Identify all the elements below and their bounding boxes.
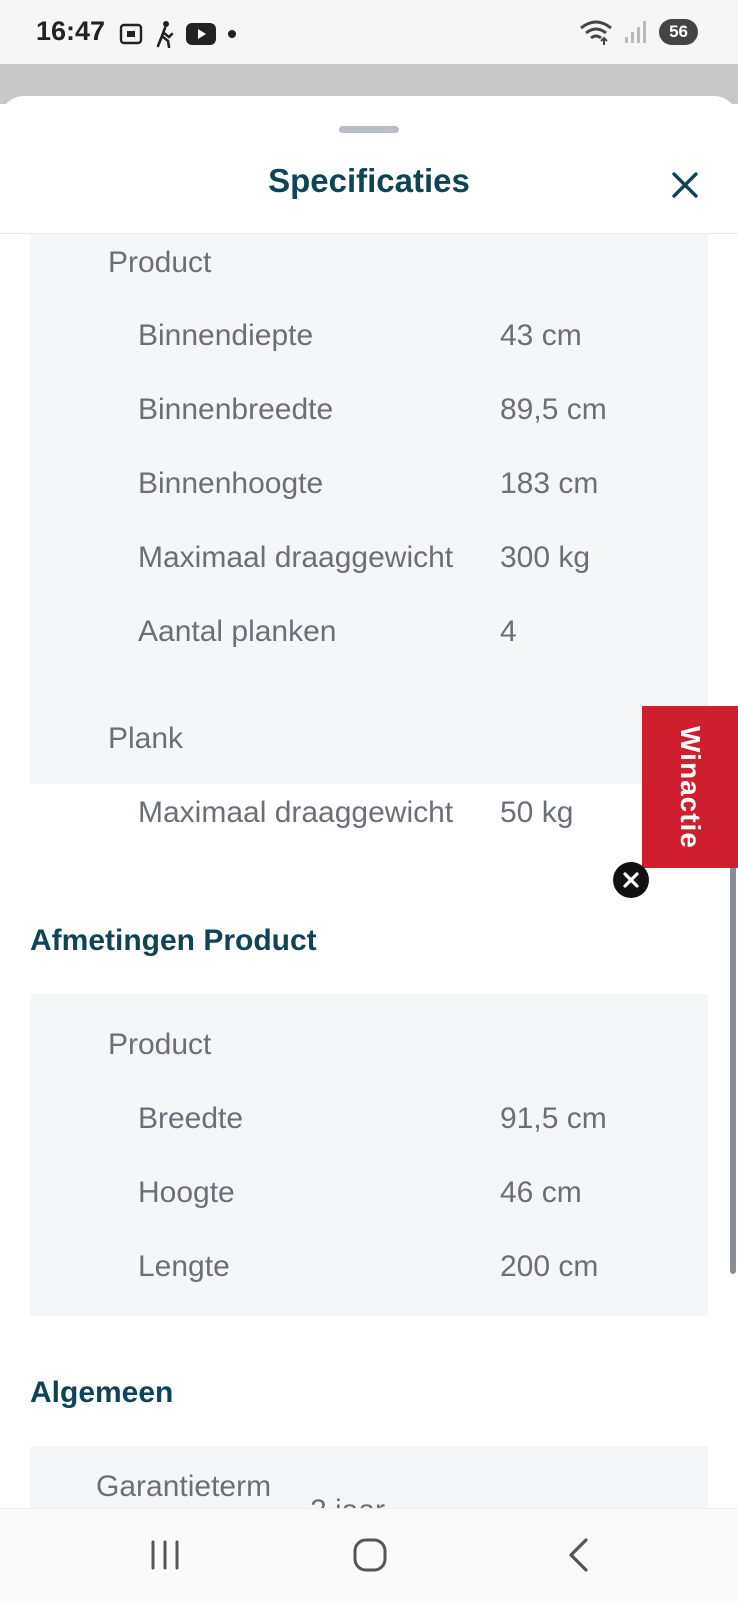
spec-value: 91,5 cm xyxy=(500,1102,607,1135)
wifi-icon xyxy=(580,20,613,45)
spec-value: 2 jaar xyxy=(310,1494,385,1508)
status-bar: 16:47 56 xyxy=(0,0,738,64)
winactie-tab[interactable]: Winactie xyxy=(642,706,738,868)
sheet-title: Specificaties xyxy=(268,162,470,199)
section-title: Algemeen xyxy=(30,1376,174,1409)
recent-apps-button[interactable] xyxy=(143,1535,187,1575)
group-label: Product xyxy=(108,246,212,279)
spec-label: Aantal planken xyxy=(138,615,337,648)
status-right-icons: 56 xyxy=(579,18,698,46)
spec-label: Binnenbreedte xyxy=(138,393,334,426)
spec-block-dimensions: Product Breedte 91,5 cm Hoogte 46 cm Len… xyxy=(30,994,708,1316)
spec-label: Breedte xyxy=(138,1102,244,1135)
winactie-label: Winactie xyxy=(675,725,706,849)
spec-value: 4 xyxy=(500,615,517,648)
signal-icon xyxy=(625,21,647,43)
close-icon[interactable] xyxy=(668,168,702,202)
status-left-icons xyxy=(118,20,238,48)
scrollbar[interactable] xyxy=(730,834,736,1274)
recent-apps-icon xyxy=(151,1540,179,1570)
spec-value: 46 cm xyxy=(500,1176,582,1209)
section-title: Afmetingen Product xyxy=(30,924,317,957)
group-label: Product xyxy=(108,1028,212,1061)
spec-label: Binnendiepte xyxy=(138,319,314,352)
group-label: Plank xyxy=(108,722,184,755)
spec-label: Maximaal draaggewicht xyxy=(138,796,454,829)
spec-label: Garantieterm xyxy=(96,1470,272,1503)
winactie-close-icon[interactable] xyxy=(613,862,649,898)
spec-value: 183 cm xyxy=(500,467,599,500)
screenshot-icon xyxy=(119,23,143,45)
spec-value: 300 kg xyxy=(500,541,591,574)
dot-icon xyxy=(228,30,236,38)
spec-value: 89,5 cm xyxy=(500,393,607,426)
drag-handle[interactable] xyxy=(339,126,399,133)
spec-block-general: Garantieterm 2 jaar xyxy=(30,1446,708,1508)
back-button[interactable] xyxy=(556,1535,600,1575)
close-icon xyxy=(623,872,639,888)
youtube-icon xyxy=(186,23,216,45)
spec-label: Hoogte xyxy=(138,1176,235,1209)
back-icon xyxy=(569,1538,588,1572)
spec-label: Maximaal draaggewicht xyxy=(138,541,454,574)
walking-icon xyxy=(156,21,174,48)
spec-value: 200 cm xyxy=(500,1250,599,1283)
battery-indicator: 56 xyxy=(659,19,698,45)
spec-label: Binnenhoogte xyxy=(138,467,324,500)
spec-value: 50 kg xyxy=(500,796,574,829)
specifications-sheet: Specificaties Product Binnendiepte 43 cm… xyxy=(0,96,738,1508)
spec-label: Lengte xyxy=(138,1250,230,1283)
spec-block-product: Product Binnendiepte 43 cm Binnenbreedte… xyxy=(30,234,708,784)
system-navigation-bar xyxy=(0,1508,738,1601)
home-button[interactable] xyxy=(348,1535,392,1575)
home-icon xyxy=(353,1538,387,1572)
spec-value: 43 cm xyxy=(500,319,582,352)
status-time: 16:47 xyxy=(36,16,106,46)
